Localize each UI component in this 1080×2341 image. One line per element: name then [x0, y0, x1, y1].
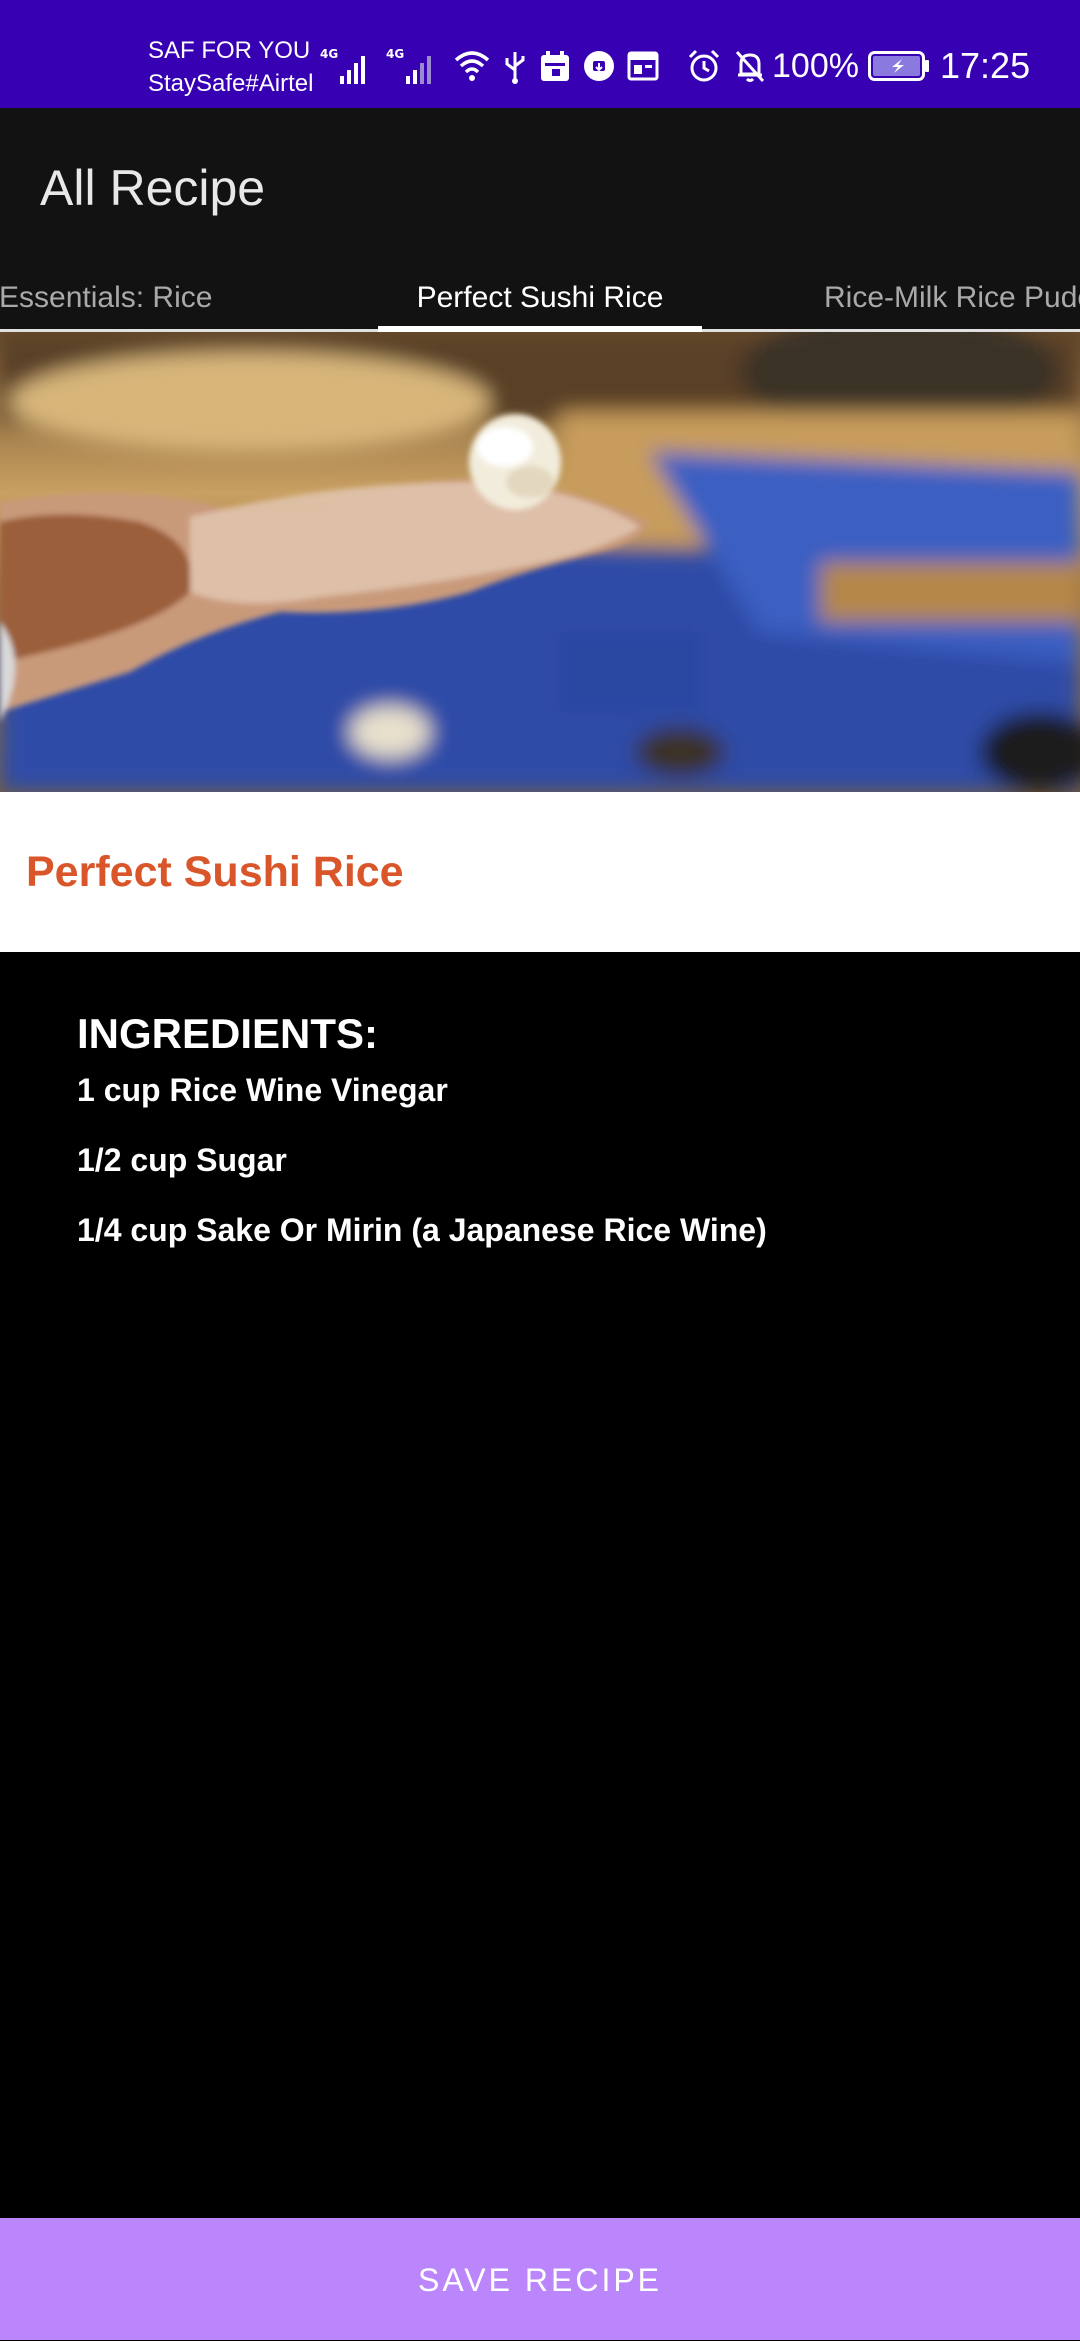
battery-charging-icon	[868, 51, 929, 81]
usb-icon	[505, 52, 525, 84]
app-bar: All Recipe Essentials: Rice Perfect Sush…	[0, 108, 1080, 332]
svg-text:4G: 4G	[320, 47, 338, 61]
signal-4g-icon: 4G	[386, 47, 431, 84]
ingredient-item: 1/4 cup Sake Or Mirin (a Japanese Rice W…	[77, 1212, 767, 1248]
alarm-icon	[688, 49, 720, 82]
ingredient-item: 1 cup Rice Wine Vinegar	[77, 1072, 448, 1108]
svg-text:4G: 4G	[386, 47, 404, 61]
recipe-photo	[0, 332, 1080, 792]
tab-perfect-sushi-rice[interactable]: Perfect Sushi Rice	[378, 268, 702, 332]
recipe-image	[0, 332, 1080, 792]
battery-percent: 100%	[772, 47, 859, 85]
carrier-label: SAF FOR YOU StaySafe#Airtel	[148, 34, 313, 100]
ingredients-heading: INGREDIENTS:	[77, 1010, 379, 1057]
wifi-icon	[454, 51, 490, 81]
status-icons: 4G 4G	[320, 40, 768, 92]
ingredients-section: INGREDIENTS: 1 cup Rice Wine Vinegar 1/2…	[77, 1004, 1037, 1278]
calendar-icon	[541, 51, 569, 81]
app-icon	[627, 51, 659, 81]
mute-bell-icon	[735, 50, 765, 83]
save-recipe-button[interactable]: SAVE RECIPE	[0, 2218, 1080, 2340]
download-icon	[584, 51, 614, 81]
tab-essentials-rice[interactable]: Essentials: Rice	[0, 268, 212, 332]
clock: 17:25	[940, 45, 1031, 86]
tab-rice-milk-rice-pudding[interactable]: Rice-Milk Rice Pudc	[824, 268, 1080, 332]
status-bar: SAF FOR YOU StaySafe#Airtel 4G 4G 100% 1…	[0, 0, 1080, 108]
signal-4g-icon: 4G	[320, 47, 365, 84]
carrier-line-1: SAF FOR YOU	[148, 37, 311, 64]
recipe-title: Perfect Sushi Rice	[26, 848, 404, 896]
recipe-tabs: Essentials: Rice Perfect Sushi Rice Rice…	[0, 268, 1080, 332]
app-title: All Recipe	[40, 160, 266, 216]
carrier-line-2: StaySafe#Airtel	[148, 70, 314, 97]
recipe-title-card: Perfect Sushi Rice	[0, 792, 1080, 952]
ingredient-item: 1/2 cup Sugar	[77, 1142, 287, 1178]
